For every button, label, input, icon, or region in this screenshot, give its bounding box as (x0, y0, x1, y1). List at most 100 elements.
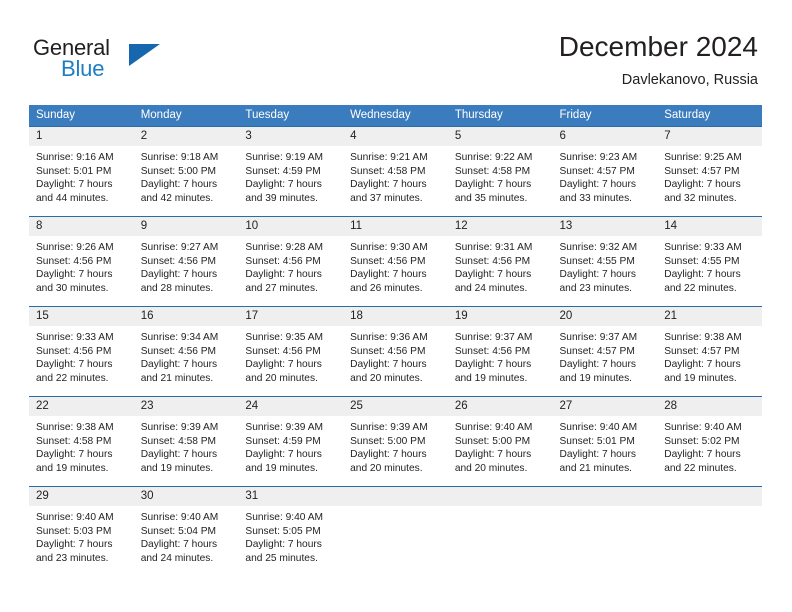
calendar-day-cell[interactable]: 26 Sunrise: 9:40 AM Sunset: 5:00 PM Dayligh… (447, 396, 553, 487)
sunset-text: Sunset: 4:57 PM (664, 165, 740, 177)
sunset-text: Sunset: 4:56 PM (140, 345, 217, 357)
calendar-day-cell[interactable]: 25 Sunrise: 9:39 AM Sunset: 5:00 PM Dayligh… (343, 396, 448, 487)
sunrise-text: Sunrise: 9:36 AM (350, 332, 428, 343)
sunrise-text: Sunrise: 9:39 AM (245, 422, 323, 433)
sunrise-text: Sunrise: 9:38 AM (36, 422, 114, 433)
daylight-text-line2: and 19 minutes. (140, 462, 214, 474)
calendar-day-cell[interactable]: 31 Sunrise: 9:40 AM Sunset: 5:05 PM Dayligh… (238, 486, 344, 576)
calendar-day-cell[interactable]: 17 Sunrise: 9:35 AM Sunset: 4:56 PM Dayligh… (238, 306, 344, 397)
day-number: 19 (447, 307, 553, 326)
daylight-text-line1: Daylight: 7 hours (559, 269, 636, 281)
day-number: 29 (29, 487, 134, 506)
calendar-day-cell[interactable]: 6 Sunrise: 9:23 AM Sunset: 4:57 PM Daylight… (552, 126, 658, 217)
day-number: 7 (657, 127, 762, 146)
daylight-text-line1: Daylight: 7 hours (454, 269, 532, 281)
day-details: Sunrise: 9:39 AM Sunset: 4:58 PM Daylight:… (134, 416, 239, 475)
sunset-text: Sunset: 4:56 PM (245, 345, 321, 357)
daylight-text-line2: and 19 minutes. (559, 372, 633, 384)
day-details: Sunrise: 9:30 AM Sunset: 4:56 PM Daylight:… (343, 236, 448, 295)
title-block: December 2024 Davlekanovo, Russia (559, 30, 758, 90)
day-details: Sunrise: 9:31 AM Sunset: 4:56 PM Daylight:… (448, 236, 553, 295)
day-details: Sunrise: 9:16 AM Sunset: 5:01 PM Daylight:… (29, 146, 134, 205)
daylight-text-line2: and 20 minutes. (245, 372, 318, 384)
calendar-day-cell[interactable]: 8 Sunrise: 9:26 AM Sunset: 4:56 PM Daylight… (29, 216, 134, 307)
calendar-day-cell[interactable]: 2 Sunrise: 9:18 AM Sunset: 5:00 PM Daylight… (133, 126, 239, 217)
calendar-day-cell[interactable]: 7 Sunrise: 9:25 AM Sunset: 4:57 PM Daylight… (657, 126, 762, 217)
sunset-text: Sunset: 4:58 PM (350, 165, 426, 177)
daylight-text-line1: Daylight: 7 hours (350, 269, 427, 281)
calendar-day-cell[interactable]: 18 Sunrise: 9:36 AM Sunset: 4:56 PM Dayligh… (343, 306, 448, 397)
calendar-day-cell[interactable]: 27 Sunrise: 9:40 AM Sunset: 5:01 PM Dayligh… (552, 396, 658, 487)
daylight-text-line1: Daylight: 7 hours (140, 449, 218, 461)
calendar-week-row: 8 Sunrise: 9:26 AM Sunset: 4:56 PM Daylight… (29, 216, 762, 307)
daylight-text-line2: and 21 minutes. (559, 462, 633, 474)
daylight-text-line2: and 39 minutes. (245, 192, 318, 204)
daylight-text-line2: and 24 minutes. (454, 282, 528, 294)
daylight-text-line1: Daylight: 7 hours (245, 539, 322, 551)
day-number: 18 (343, 307, 448, 326)
day-details: Sunrise: 9:39 AM Sunset: 5:00 PM Daylight:… (343, 416, 448, 475)
calendar-day-cell[interactable]: 1 Sunrise: 9:16 AM Sunset: 5:01 PM Daylight… (29, 126, 134, 217)
daylight-text-line2: and 23 minutes. (559, 282, 633, 294)
day-details: Sunrise: 9:40 AM Sunset: 5:05 PM Daylight:… (238, 506, 343, 565)
daylight-text-line2: and 20 minutes. (350, 372, 423, 384)
calendar-day-cell[interactable]: 19 Sunrise: 9:37 AM Sunset: 4:56 PM Dayligh… (447, 306, 553, 397)
daylight-text-line2: and 19 minutes. (454, 372, 528, 384)
calendar-day-cell[interactable]: 29 Sunrise: 9:40 AM Sunset: 5:03 PM Dayligh… (29, 486, 134, 576)
sunset-text: Sunset: 4:56 PM (454, 255, 531, 267)
day-number: 14 (657, 217, 762, 236)
calendar-day-cell[interactable]: 3 Sunrise: 9:19 AM Sunset: 4:59 PM Daylight… (238, 126, 344, 217)
day-number: 21 (657, 307, 762, 326)
page-title: December 2024 (558, 31, 758, 62)
day-number (552, 487, 658, 506)
sunset-text: Sunset: 4:56 PM (350, 345, 426, 357)
daylight-text-line2: and 23 minutes. (36, 552, 109, 564)
daylight-text-line1: Daylight: 7 hours (350, 179, 427, 191)
day-number (447, 487, 553, 506)
calendar-day-cell[interactable]: 4 Sunrise: 9:21 AM Sunset: 4:58 PM Daylight… (343, 126, 448, 217)
calendar-day-cell[interactable]: 11 Sunrise: 9:30 AM Sunset: 4:56 PM Dayligh… (343, 216, 448, 307)
calendar-day-cell[interactable]: 15 Sunrise: 9:33 AM Sunset: 4:56 PM Dayligh… (29, 306, 134, 397)
daylight-text-line1: Daylight: 7 hours (140, 359, 218, 371)
weekday-header-wednesday: Wednesday (343, 105, 448, 127)
calendar-day-cell[interactable]: 5 Sunrise: 9:22 AM Sunset: 4:58 PM Daylight… (447, 126, 553, 217)
sunset-text: Sunset: 5:05 PM (245, 525, 321, 537)
daylight-text-line2: and 25 minutes. (245, 552, 318, 564)
calendar-day-cell[interactable]: 21 Sunrise: 9:38 AM Sunset: 4:57 PM Dayligh… (657, 306, 762, 397)
day-number: 22 (29, 397, 134, 416)
weekday-header-tuesday: Tuesday (238, 105, 344, 127)
sunset-text: Sunset: 4:58 PM (454, 165, 531, 177)
day-details: Sunrise: 9:23 AM Sunset: 4:57 PM Daylight:… (553, 146, 658, 205)
calendar-day-cell[interactable]: 10 Sunrise: 9:28 AM Sunset: 4:56 PM Dayligh… (238, 216, 344, 307)
calendar-day-cell[interactable]: 13 Sunrise: 9:32 AM Sunset: 4:55 PM Dayligh… (552, 216, 658, 307)
sunrise-text: Sunrise: 9:25 AM (664, 152, 742, 163)
sunrise-text: Sunrise: 9:35 AM (245, 332, 323, 343)
daylight-text-line1: Daylight: 7 hours (245, 179, 322, 191)
sunrise-text: Sunrise: 9:33 AM (664, 242, 742, 253)
day-details: Sunrise: 9:34 AM Sunset: 4:56 PM Daylight:… (134, 326, 239, 385)
day-details: Sunrise: 9:37 AM Sunset: 4:56 PM Daylight:… (448, 326, 553, 385)
calendar-day-cell[interactable]: 12 Sunrise: 9:31 AM Sunset: 4:56 PM Dayligh… (447, 216, 553, 307)
weekday-header-sunday: Sunday (29, 105, 134, 127)
calendar-day-cell[interactable]: 14 Sunrise: 9:33 AM Sunset: 4:55 PM Dayligh… (657, 216, 762, 307)
day-details: Sunrise: 9:33 AM Sunset: 4:56 PM Daylight:… (29, 326, 134, 385)
calendar-day-cell[interactable]: 24 Sunrise: 9:39 AM Sunset: 4:59 PM Dayligh… (238, 396, 344, 487)
sunrise-text: Sunrise: 9:40 AM (140, 512, 219, 523)
day-details: Sunrise: 9:40 AM Sunset: 5:01 PM Daylight:… (553, 416, 658, 475)
daylight-text-line1: Daylight: 7 hours (454, 179, 532, 191)
calendar-day-cell[interactable]: 20 Sunrise: 9:37 AM Sunset: 4:57 PM Dayligh… (552, 306, 658, 397)
sunset-text: Sunset: 4:56 PM (36, 345, 112, 357)
sunset-text: Sunset: 5:04 PM (140, 525, 217, 537)
sunrise-text: Sunrise: 9:28 AM (245, 242, 323, 253)
day-number: 31 (238, 487, 344, 506)
sunrise-text: Sunrise: 9:38 AM (664, 332, 742, 343)
calendar-day-cell[interactable]: 23 Sunrise: 9:39 AM Sunset: 4:58 PM Dayligh… (133, 396, 239, 487)
general-blue-logo[interactable]: General Blue (33, 36, 203, 84)
calendar-day-cell[interactable]: 28 Sunrise: 9:40 AM Sunset: 5:02 PM Dayligh… (657, 396, 762, 487)
calendar-day-cell[interactable]: 16 Sunrise: 9:34 AM Sunset: 4:56 PM Dayligh… (133, 306, 239, 397)
calendar-day-cell[interactable]: 22 Sunrise: 9:38 AM Sunset: 4:58 PM Dayligh… (29, 396, 134, 487)
calendar-day-cell[interactable]: 30 Sunrise: 9:40 AM Sunset: 5:04 PM Dayligh… (133, 486, 239, 576)
calendar-day-cell[interactable]: 9 Sunrise: 9:27 AM Sunset: 4:56 PM Daylight… (133, 216, 239, 307)
day-details: Sunrise: 9:37 AM Sunset: 4:57 PM Daylight:… (553, 326, 658, 385)
day-number: 2 (133, 127, 239, 146)
